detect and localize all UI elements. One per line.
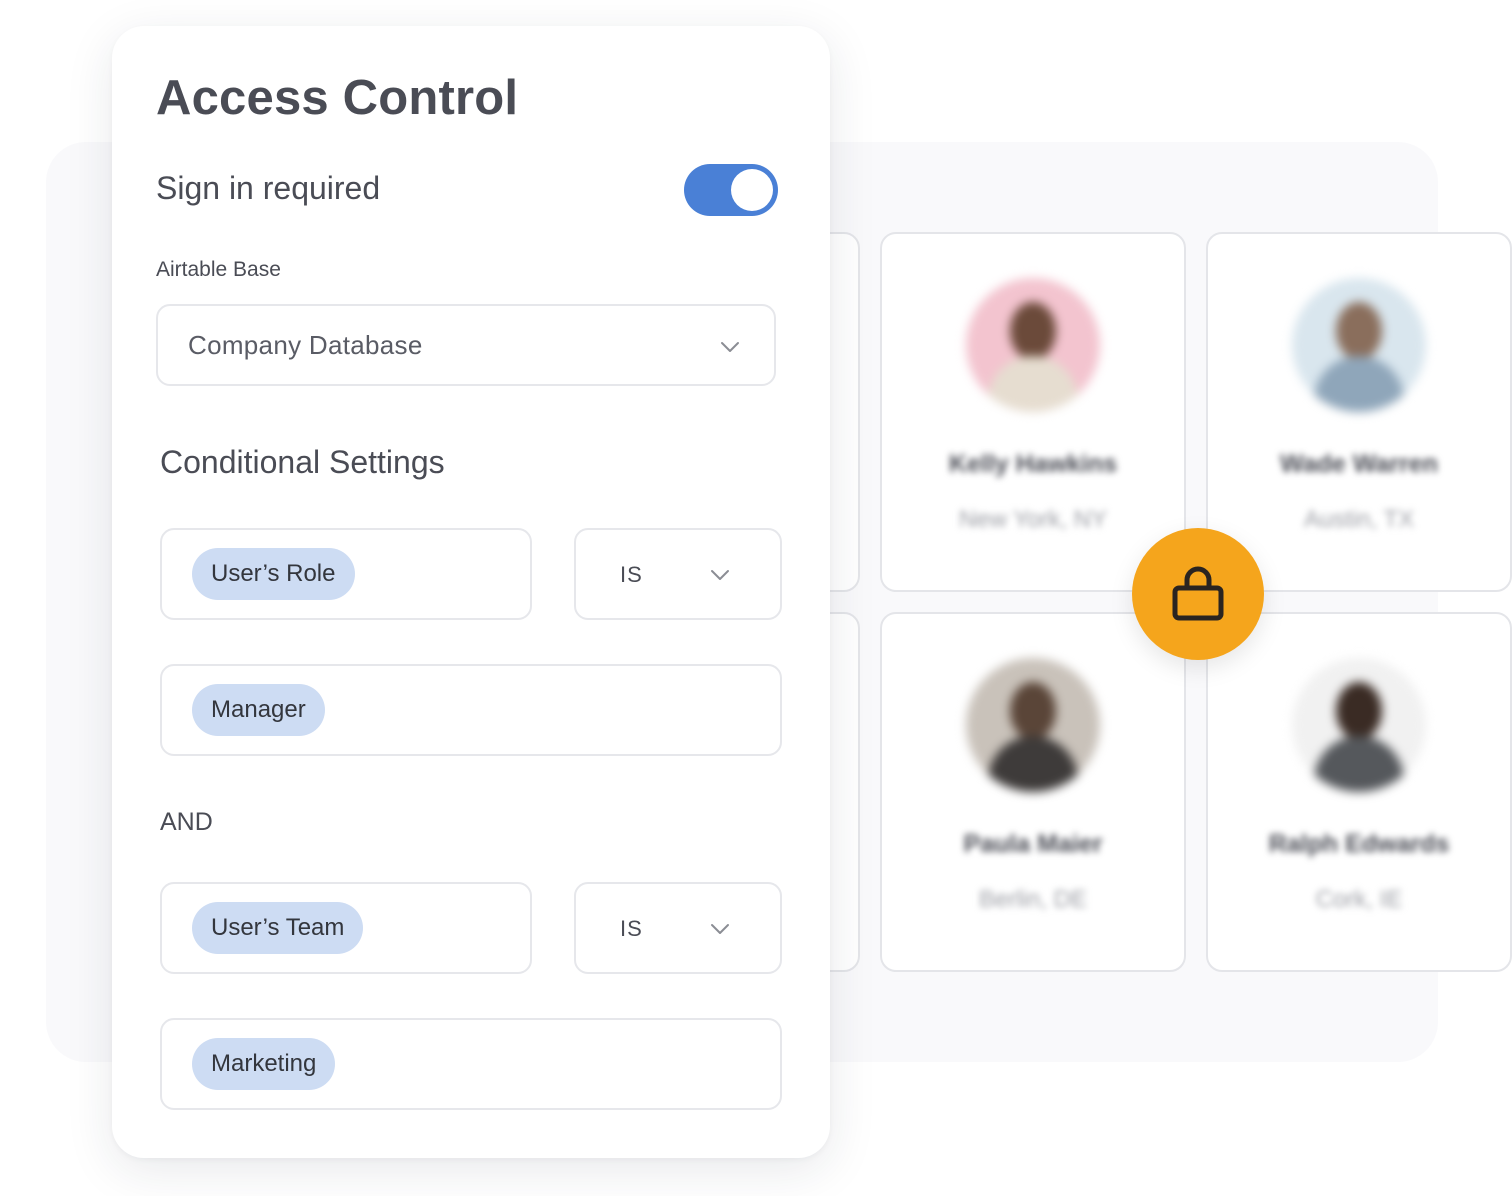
chevron-down-icon	[721, 342, 739, 352]
profile-location: New York, NY	[958, 506, 1108, 533]
condition-operator-select[interactable]: IS	[574, 528, 782, 620]
condition-value-input[interactable]: Marketing	[160, 1018, 782, 1110]
airtable-base-select[interactable]: Company Database	[156, 304, 776, 386]
condition-operator-value: IS	[620, 562, 643, 587]
avatar	[966, 278, 1100, 412]
conditional-settings-title: Conditional Settings	[160, 444, 445, 480]
profile-location: Berlin, DE	[978, 886, 1088, 913]
chevron-down-icon	[711, 570, 729, 580]
condition-value-chip[interactable]: Marketing	[192, 1038, 336, 1090]
access-control-panel: Access Control Sign in required Airtable…	[112, 26, 830, 1158]
avatar	[1292, 658, 1426, 792]
profile-name: Paula Maier	[963, 830, 1103, 858]
condition-operator-value: IS	[620, 916, 643, 941]
lock-icon	[1172, 566, 1224, 621]
profile-location: Austin, TX	[1303, 506, 1415, 533]
condition-operator-select[interactable]: IS	[574, 882, 782, 974]
condition-value-input[interactable]: Manager	[160, 664, 782, 756]
profile-card[interactable]: Wade Warren Austin, TX	[1206, 232, 1512, 592]
chevron-down-icon	[711, 924, 729, 934]
condition-field-input[interactable]: User’s Role	[160, 528, 532, 620]
profile-card[interactable]: Kelly Hawkins New York, NY	[880, 232, 1186, 592]
condition-field-chip[interactable]: User’s Role	[192, 548, 355, 600]
profile-location: Cork, IE	[1315, 886, 1403, 913]
airtable-base-value: Company Database	[188, 330, 423, 360]
avatar	[1292, 278, 1426, 412]
sign-in-required-label: Sign in required	[156, 170, 381, 206]
condition-value-chip[interactable]: Manager	[192, 684, 325, 736]
profile-name: Wade Warren	[1280, 450, 1438, 478]
lock-badge	[1132, 528, 1264, 660]
sign-in-required-toggle[interactable]	[684, 164, 778, 216]
toggle-knob	[731, 169, 773, 211]
profile-name: Kelly Hawkins	[948, 450, 1118, 478]
condition-field-chip[interactable]: User’s Team	[192, 902, 364, 954]
profile-card[interactable]: Paula Maier Berlin, DE	[880, 612, 1186, 972]
stage: Kelly Hawkins New York, NY Wade Warren A…	[0, 0, 1512, 1196]
airtable-base-label: Airtable Base	[156, 258, 281, 281]
panel-title: Access Control	[156, 71, 519, 125]
profile-card[interactable]: Ralph Edwards Cork, IE	[1206, 612, 1512, 972]
condition-joiner-label: AND	[160, 808, 213, 836]
profile-name: Ralph Edwards	[1268, 830, 1450, 858]
avatar	[966, 658, 1100, 792]
condition-field-input[interactable]: User’s Team	[160, 882, 532, 974]
